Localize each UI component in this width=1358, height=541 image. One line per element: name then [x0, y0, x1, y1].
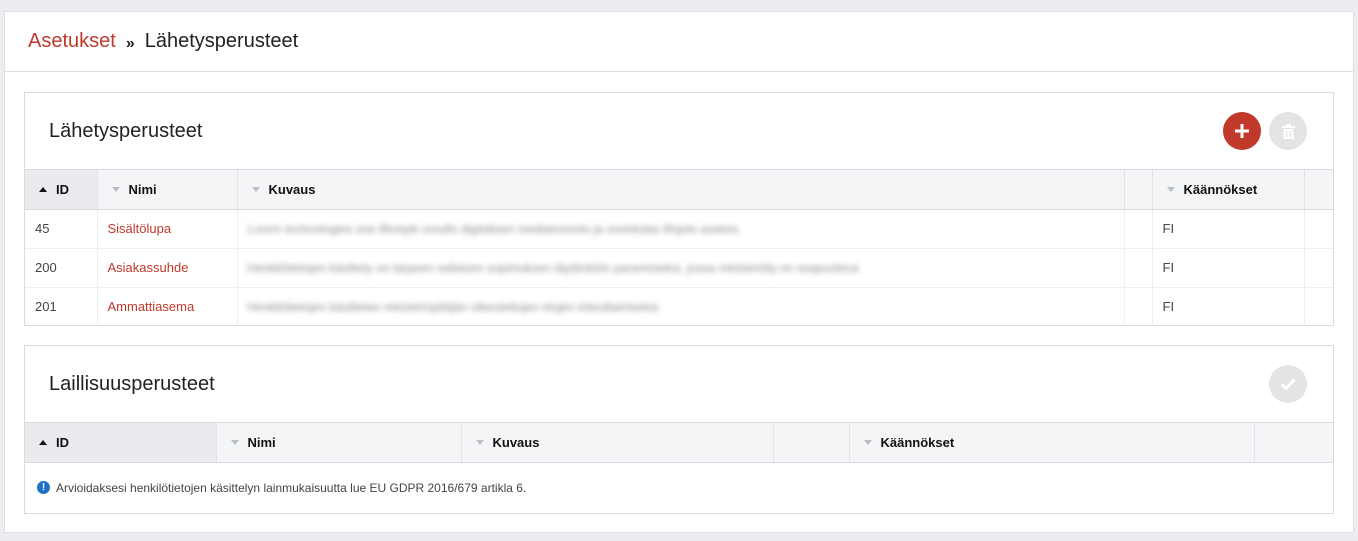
cell-translations: FI: [1152, 287, 1305, 326]
cell-name-link[interactable]: Asiakassuhde: [97, 248, 238, 288]
legal-bases-table: ID Nimi Kuvaus Käännökset: [25, 423, 1333, 463]
cell-description: Lorem technologies one lifestyle results…: [237, 209, 1125, 249]
shipping-bases-table: ID Nimi Kuvaus Käännökset 45 Sisältölupa…: [25, 170, 1333, 326]
sort-icon: [230, 439, 239, 445]
panel-header: Lähetysperusteet: [25, 93, 1333, 170]
confirm-button[interactable]: [1269, 365, 1307, 403]
delete-button[interactable]: [1269, 112, 1307, 150]
panel-title: Laillisuusperusteet: [49, 372, 215, 395]
panel-actions: [1223, 112, 1307, 150]
cell-spacer: [1124, 209, 1153, 249]
table-header-row: ID Nimi Kuvaus Käännökset: [25, 170, 1333, 210]
sort-ascending-icon: [39, 186, 47, 192]
column-header-translations[interactable]: Käännökset: [1152, 170, 1305, 210]
panel-header: Laillisuusperusteet: [25, 346, 1333, 423]
breadcrumb: Asetukset » Lähetysperusteet: [5, 12, 1353, 72]
cell-id: 45: [25, 209, 98, 249]
column-header-actions: [1254, 423, 1333, 463]
legal-bases-panel: Laillisuusperusteet ID Nimi Kuvaus Käänn…: [24, 345, 1334, 514]
cell-name-link[interactable]: Sisältölupa: [97, 209, 238, 249]
cell-description: Henkilötietojen käsittelee rekisterinpit…: [237, 287, 1125, 326]
table-row[interactable]: 200 Asiakassuhde Henkilötietojen käsitte…: [25, 248, 1333, 288]
breadcrumb-current: Lähetysperusteet: [144, 30, 299, 52]
add-button[interactable]: [1223, 112, 1261, 150]
column-header-id[interactable]: ID: [25, 170, 98, 210]
sort-icon: [1166, 186, 1175, 192]
column-header-name[interactable]: Nimi: [97, 170, 238, 210]
sort-icon: [251, 186, 260, 192]
cell-id: 201: [25, 287, 98, 326]
breadcrumb-link-settings[interactable]: Asetukset: [28, 30, 116, 53]
column-header-description[interactable]: Kuvaus: [461, 423, 774, 463]
cell-translations: FI: [1152, 248, 1305, 288]
table-row[interactable]: 45 Sisältölupa Lorem technologies one li…: [25, 209, 1333, 249]
info-message: ! Arvioidaksesi henkilötietojen käsittel…: [25, 463, 1333, 495]
column-header-actions: [1304, 170, 1333, 210]
breadcrumb-separator: »: [125, 34, 135, 52]
cell-spacer: [1124, 248, 1153, 288]
cell-description: Henkilötietojen käsittely on tarpeen sel…: [237, 248, 1125, 288]
sort-icon: [475, 439, 484, 445]
column-header-name[interactable]: Nimi: [216, 423, 462, 463]
info-text: Arvioidaksesi henkilötietojen käsittelyn…: [56, 480, 527, 495]
check-icon: [1280, 378, 1296, 390]
cell-spacer: [1124, 287, 1153, 326]
column-header-spacer: [1124, 170, 1153, 210]
sort-icon: [863, 439, 872, 445]
panel-actions: [1269, 365, 1307, 403]
cell-actions: [1304, 209, 1333, 249]
column-header-id[interactable]: ID: [25, 423, 217, 463]
cell-name-link[interactable]: Ammattiasema: [97, 287, 238, 326]
column-header-spacer: [773, 423, 850, 463]
shipping-bases-panel: Lähetysperusteet ID Nimi Kuvaus Käännöks…: [24, 92, 1334, 326]
panel-title: Lähetysperusteet: [49, 119, 203, 142]
table-row[interactable]: 201 Ammattiasema Henkilötietojen käsitte…: [25, 287, 1333, 326]
info-icon: !: [37, 481, 50, 494]
cell-id: 200: [25, 248, 98, 288]
column-header-translations[interactable]: Käännökset: [849, 423, 1255, 463]
sort-ascending-icon: [39, 439, 47, 445]
column-header-description[interactable]: Kuvaus: [237, 170, 1125, 210]
plus-icon: [1235, 124, 1249, 138]
cell-actions: [1304, 248, 1333, 288]
cell-actions: [1304, 287, 1333, 326]
settings-page: Asetukset » Lähetysperusteet Lähetysperu…: [4, 11, 1354, 533]
trash-icon: [1281, 123, 1295, 139]
sort-icon: [111, 186, 120, 192]
cell-translations: FI: [1152, 209, 1305, 249]
table-header-row: ID Nimi Kuvaus Käännökset: [25, 423, 1333, 463]
